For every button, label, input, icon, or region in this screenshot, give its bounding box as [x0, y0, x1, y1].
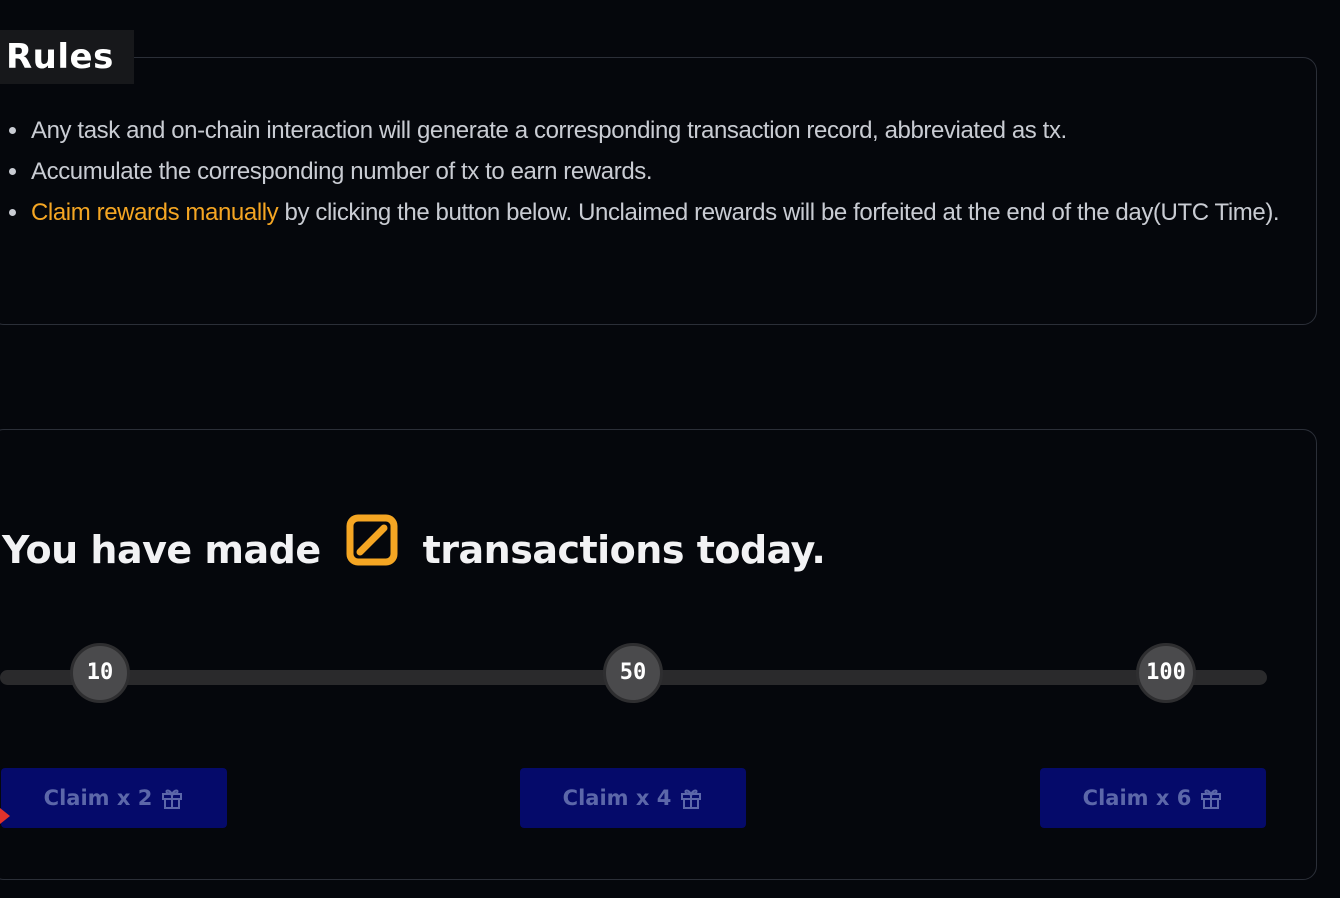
rule-highlight-text: Claim rewards manually [31, 199, 279, 226]
milestone-100: 100 [1136, 643, 1196, 703]
gift-icon [162, 789, 183, 809]
headline-prefix: You have made [2, 528, 321, 572]
bullet-icon [9, 127, 16, 134]
bullet-icon [9, 209, 16, 216]
claim-label: Claim x 4 [562, 786, 672, 810]
milestone-10: 10 [70, 643, 130, 703]
tx-count-badge [345, 513, 399, 567]
tx-count-digit [346, 514, 398, 566]
claim-x2-button[interactable]: Claim x 2 [1, 768, 227, 828]
rule-text: by clicking the button below. Unclaimed … [278, 199, 1280, 226]
rules-list: Any task and on-chain interaction will g… [0, 110, 1290, 233]
claim-x6-button[interactable]: Claim x 6 [1040, 768, 1266, 828]
rules-title: Rules [0, 30, 134, 84]
rule-item-claim-manually: Claim rewards manually by clicking the b… [0, 192, 1290, 233]
rule-text: Any task and on-chain interaction will g… [31, 117, 1067, 144]
claim-x4-button[interactable]: Claim x 4 [520, 768, 746, 828]
bullet-icon [9, 168, 16, 175]
milestone-50: 50 [603, 643, 663, 703]
page: Rules Any task and on-chain interaction … [0, 0, 1340, 898]
gift-icon [681, 789, 702, 809]
rule-text: Accumulate the corresponding number of t… [31, 158, 653, 185]
rule-item-accumulate: Accumulate the corresponding number of t… [0, 151, 1290, 192]
gift-icon [1201, 789, 1222, 809]
corner-marker [0, 808, 10, 824]
claim-label: Claim x 2 [43, 786, 153, 810]
claim-label: Claim x 6 [1082, 786, 1192, 810]
rule-item-tx-definition: Any task and on-chain interaction will g… [0, 110, 1290, 151]
tx-headline: You have made transactions today. [2, 505, 826, 595]
headline-suffix: transactions today. [422, 528, 826, 572]
